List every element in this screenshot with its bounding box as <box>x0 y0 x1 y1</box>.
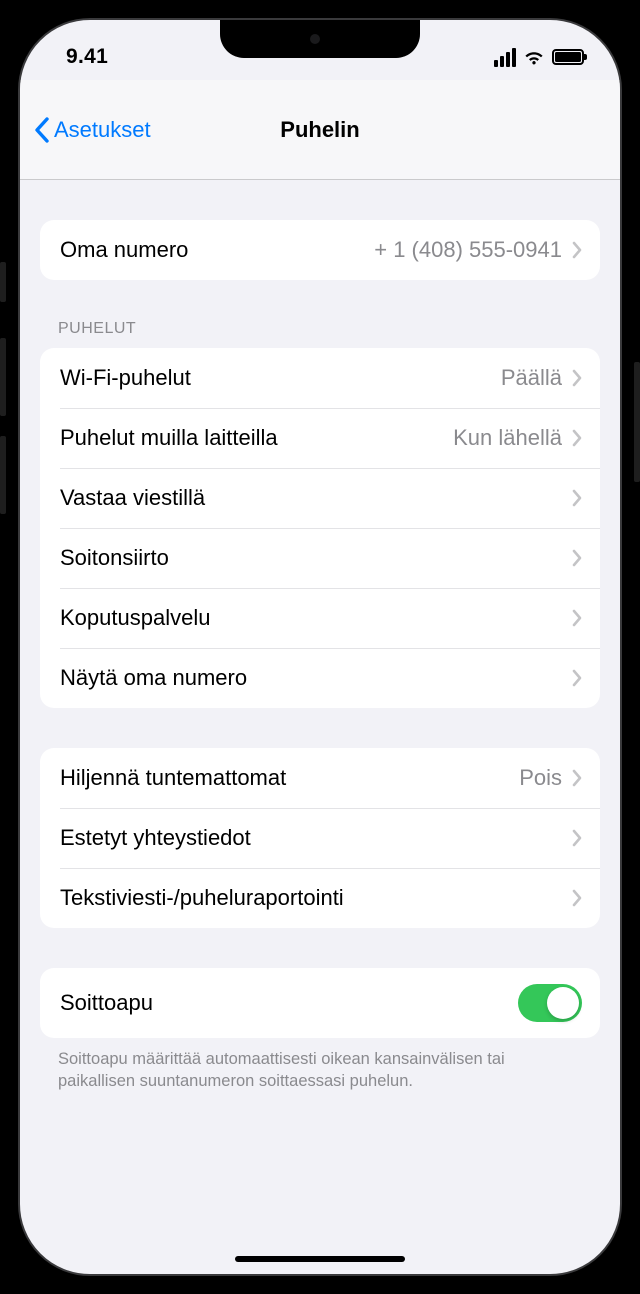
chevron-right-icon <box>572 609 582 627</box>
chevron-right-icon <box>572 769 582 787</box>
row-call-forwarding[interactable]: Soitonsiirto <box>40 528 600 588</box>
row-silence-unknown[interactable]: Hiljennä tuntemattomat Pois <box>40 748 600 808</box>
wifi-icon <box>523 49 545 65</box>
row-dial-assist: Soittoapu <box>40 968 600 1038</box>
row-calls-other-devices[interactable]: Puhelut muilla laitteilla Kun lähellä <box>40 408 600 468</box>
chevron-right-icon <box>572 429 582 447</box>
power-button[interactable] <box>634 362 640 482</box>
row-value: Päällä <box>501 365 562 391</box>
row-sms-call-reporting[interactable]: Tekstiviesti-/puheluraportointi <box>40 868 600 928</box>
row-label: Wi-Fi-puhelut <box>60 365 501 391</box>
list-my-number: Oma numero + 1 (408) 555-0941 <box>40 220 600 280</box>
page-title: Puhelin <box>280 117 359 143</box>
mute-switch[interactable] <box>0 262 6 302</box>
screen: 9.41 Asetukset Puhelin <box>18 18 622 1276</box>
list-dial-assist: Soittoapu <box>40 968 600 1038</box>
chevron-right-icon <box>572 369 582 387</box>
row-label: Oma numero <box>60 237 374 263</box>
row-value: Pois <box>519 765 562 791</box>
row-label: Tekstiviesti-/puheluraportointi <box>60 885 572 911</box>
phone-frame: 9.41 Asetukset Puhelin <box>0 0 640 1294</box>
status-time: 9.41 <box>66 45 108 69</box>
group-silence: Hiljennä tuntemattomat Pois Estetyt yhte… <box>40 748 600 928</box>
settings-content[interactable]: Oma numero + 1 (408) 555-0941 PUHELUT Wi… <box>20 180 620 1274</box>
navigation-bar: Asetukset Puhelin <box>20 80 620 180</box>
row-label: Soittoapu <box>60 990 518 1016</box>
cellular-signal-icon <box>494 48 516 67</box>
dial-assist-toggle[interactable] <box>518 984 582 1022</box>
row-label: Näytä oma numero <box>60 665 572 691</box>
group-header-calls: PUHELUT <box>58 320 582 338</box>
back-button[interactable]: Asetukset <box>34 116 151 144</box>
row-blocked-contacts[interactable]: Estetyt yhteystiedot <box>40 808 600 868</box>
group-dial-assist: Soittoapu Soittoapu määrittää automaatti… <box>40 968 600 1093</box>
row-label: Puhelut muilla laitteilla <box>60 425 453 451</box>
row-value: + 1 (408) 555-0941 <box>374 237 562 263</box>
row-label: Koputuspalvelu <box>60 605 572 631</box>
chevron-right-icon <box>572 889 582 907</box>
chevron-left-icon <box>34 116 50 144</box>
home-indicator[interactable] <box>235 1256 405 1262</box>
chevron-right-icon <box>572 829 582 847</box>
toggle-knob <box>547 987 579 1019</box>
chevron-right-icon <box>572 489 582 507</box>
row-label: Hiljennä tuntemattomat <box>60 765 519 791</box>
row-value: Kun lähellä <box>453 425 562 451</box>
row-my-number[interactable]: Oma numero + 1 (408) 555-0941 <box>40 220 600 280</box>
row-call-waiting[interactable]: Koputuspalvelu <box>40 588 600 648</box>
chevron-right-icon <box>572 669 582 687</box>
volume-down-button[interactable] <box>0 436 6 514</box>
row-label: Vastaa viestillä <box>60 485 572 511</box>
dial-assist-footer: Soittoapu määrittää automaattisesti oike… <box>58 1048 582 1093</box>
row-show-my-caller-id[interactable]: Näytä oma numero <box>40 648 600 708</box>
row-label: Estetyt yhteystiedot <box>60 825 572 851</box>
chevron-right-icon <box>572 241 582 259</box>
chevron-right-icon <box>572 549 582 567</box>
row-wifi-calling[interactable]: Wi-Fi-puhelut Päällä <box>40 348 600 408</box>
status-indicators <box>494 48 584 67</box>
group-calls: PUHELUT Wi-Fi-puhelut Päällä Puhelut mui… <box>40 320 600 708</box>
row-label: Soitonsiirto <box>60 545 572 571</box>
group-my-number: Oma numero + 1 (408) 555-0941 <box>40 220 600 280</box>
list-calls: Wi-Fi-puhelut Päällä Puhelut muilla lait… <box>40 348 600 708</box>
volume-up-button[interactable] <box>0 338 6 416</box>
row-respond-with-text[interactable]: Vastaa viestillä <box>40 468 600 528</box>
back-label: Asetukset <box>54 117 151 143</box>
battery-icon <box>552 49 584 65</box>
notch <box>220 20 420 58</box>
list-silence: Hiljennä tuntemattomat Pois Estetyt yhte… <box>40 748 600 928</box>
